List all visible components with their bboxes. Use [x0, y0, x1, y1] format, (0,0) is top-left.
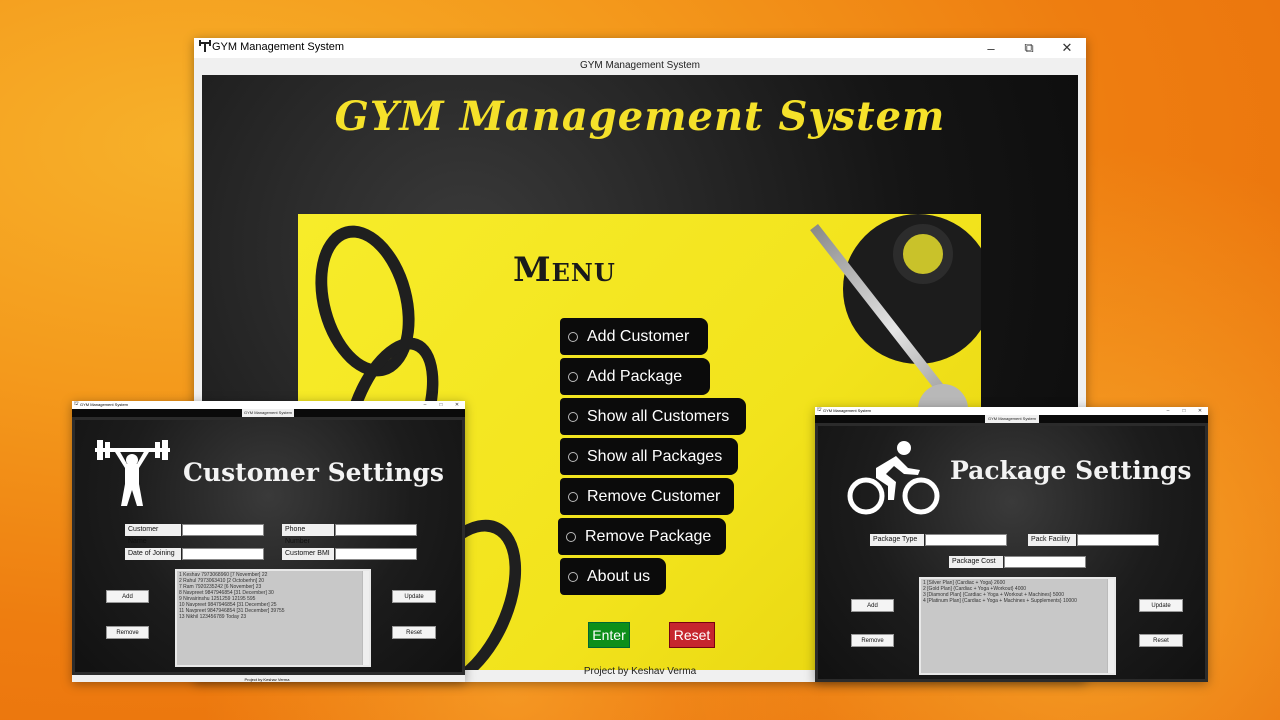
- customer-name-label: Customer Name: [125, 524, 181, 545]
- radio-icon: [568, 491, 578, 502]
- caption-bar: GYM Management System: [815, 415, 1208, 423]
- minimize-button[interactable]: –: [1160, 407, 1176, 415]
- close-button[interactable]: ✕: [1192, 407, 1208, 415]
- phone-number-label: Phone Number: [282, 524, 334, 545]
- menu-item-show-all-customers[interactable]: Show all Customers: [560, 398, 746, 435]
- package-type-field[interactable]: [925, 534, 1007, 546]
- menu-item-add-customer[interactable]: Add Customer: [560, 318, 708, 355]
- enter-button[interactable]: Enter: [588, 622, 630, 648]
- update-button[interactable]: Update: [1139, 599, 1183, 612]
- package-frame: Package Settings Package Type Pack Facil…: [815, 423, 1208, 682]
- menu-item-label: Remove Customer: [587, 487, 721, 505]
- package-list[interactable]: 1 [Silver Plan] {Cardiac + Yoga} 2600 2 …: [919, 577, 1116, 675]
- app-heading: GYM Management System: [334, 93, 946, 140]
- pack-facility-label: Pack Facility: [1028, 534, 1076, 546]
- customer-bmi-field[interactable]: [335, 548, 417, 560]
- add-button[interactable]: Add: [106, 590, 149, 603]
- menu-item-show-all-packages[interactable]: Show all Packages: [560, 438, 738, 475]
- weightlifter-icon: [95, 438, 170, 513]
- remove-button[interactable]: Remove: [851, 634, 894, 647]
- footer-credit: Project by Keshav Verma: [242, 677, 292, 682]
- update-button[interactable]: Update: [392, 590, 436, 603]
- maximize-button[interactable]: □: [433, 401, 449, 409]
- date-of-joining-label: Date of Joining: [125, 548, 181, 560]
- customer-titlebar: ⛫ GYM Management System – □ ✕: [72, 401, 465, 409]
- customer-list[interactable]: 1 Keshav 7973068960 [7 November] 22 2 Ra…: [175, 569, 371, 667]
- dumbbell-icon: [198, 40, 212, 54]
- customer-bmi-label: Customer BMI: [282, 548, 334, 560]
- pack-facility-field[interactable]: [1077, 534, 1159, 546]
- menu-item-about-us[interactable]: About us: [560, 558, 666, 595]
- menu-item-label: Add Package: [587, 367, 683, 385]
- main-titlebar: GYM Management System – ⧉ ✕: [194, 38, 1086, 58]
- maximize-button[interactable]: □: [1176, 407, 1192, 415]
- cyclist-icon: [846, 438, 941, 523]
- reset-button[interactable]: Reset: [1139, 634, 1183, 647]
- scrollbar[interactable]: [1107, 579, 1114, 673]
- phone-number-field[interactable]: [335, 524, 417, 536]
- menu-item-label: About us: [587, 567, 651, 585]
- customer-settings-window: ⛫ GYM Management System – □ ✕ GYM Manage…: [72, 401, 465, 682]
- package-cost-field[interactable]: [1004, 556, 1086, 568]
- scrollbar[interactable]: [362, 571, 369, 665]
- window-title: GYM Management System: [80, 402, 129, 407]
- window-caption: GYM Management System: [194, 58, 1086, 74]
- window-title: GYM Management System: [212, 41, 345, 53]
- window-caption: GYM Management System: [985, 415, 1039, 423]
- list-item[interactable]: 13 Nikhil 123456789 Today 23: [179, 614, 367, 620]
- radio-icon: [568, 411, 578, 422]
- close-button[interactable]: ✕: [449, 401, 465, 409]
- menu-title: Menu: [513, 250, 616, 290]
- window-title: GYM Management System: [823, 408, 872, 413]
- menu-item-label: Remove Package: [585, 527, 712, 545]
- radio-icon: [568, 451, 578, 462]
- list-item[interactable]: 4 [Platinum Plan] {Cardiac + Yoga + Mach…: [923, 598, 1112, 604]
- dumbbell-icon: ⛫: [817, 407, 822, 413]
- caption-bar: GYM Management System: [72, 409, 465, 417]
- menu-item-label: Add Customer: [587, 327, 690, 345]
- close-button[interactable]: ✕: [1048, 38, 1086, 58]
- reset-button[interactable]: Reset: [392, 626, 436, 639]
- window-caption: GYM Management System: [242, 409, 294, 417]
- menu-item-add-package[interactable]: Add Package: [560, 358, 710, 395]
- radio-icon: [568, 331, 578, 342]
- radio-icon: [568, 371, 578, 382]
- package-type-label: Package Type: [870, 534, 924, 546]
- package-settings-heading: Package Settings: [950, 456, 1192, 485]
- menu-item-label: Show all Customers: [587, 407, 730, 425]
- customer-frame: Customer Settings Customer Name Phone Nu…: [72, 417, 465, 675]
- reset-button[interactable]: Reset: [669, 622, 715, 648]
- dumbbell-icon: ⛫: [74, 401, 79, 407]
- menu-item-remove-customer[interactable]: Remove Customer: [560, 478, 734, 515]
- minimize-button[interactable]: –: [417, 401, 433, 409]
- remove-button[interactable]: Remove: [106, 626, 149, 639]
- package-cost-label: Package Cost: [949, 556, 1003, 568]
- radio-icon: [566, 531, 576, 542]
- package-settings-window: ⛫ GYM Management System – □ ✕ GYM Manage…: [815, 407, 1208, 682]
- minimize-button[interactable]: –: [972, 38, 1010, 58]
- package-titlebar: ⛫ GYM Management System – □ ✕: [815, 407, 1208, 415]
- maximize-button[interactable]: ⧉: [1010, 38, 1048, 58]
- date-of-joining-field[interactable]: [182, 548, 264, 560]
- add-button[interactable]: Add: [851, 599, 894, 612]
- customer-name-field[interactable]: [182, 524, 264, 536]
- weight-plate-decoration: [893, 224, 953, 284]
- menu-item-label: Show all Packages: [587, 447, 723, 465]
- menu-item-remove-package[interactable]: Remove Package: [558, 518, 726, 555]
- radio-icon: [568, 571, 578, 582]
- customer-settings-heading: Customer Settings: [183, 458, 444, 487]
